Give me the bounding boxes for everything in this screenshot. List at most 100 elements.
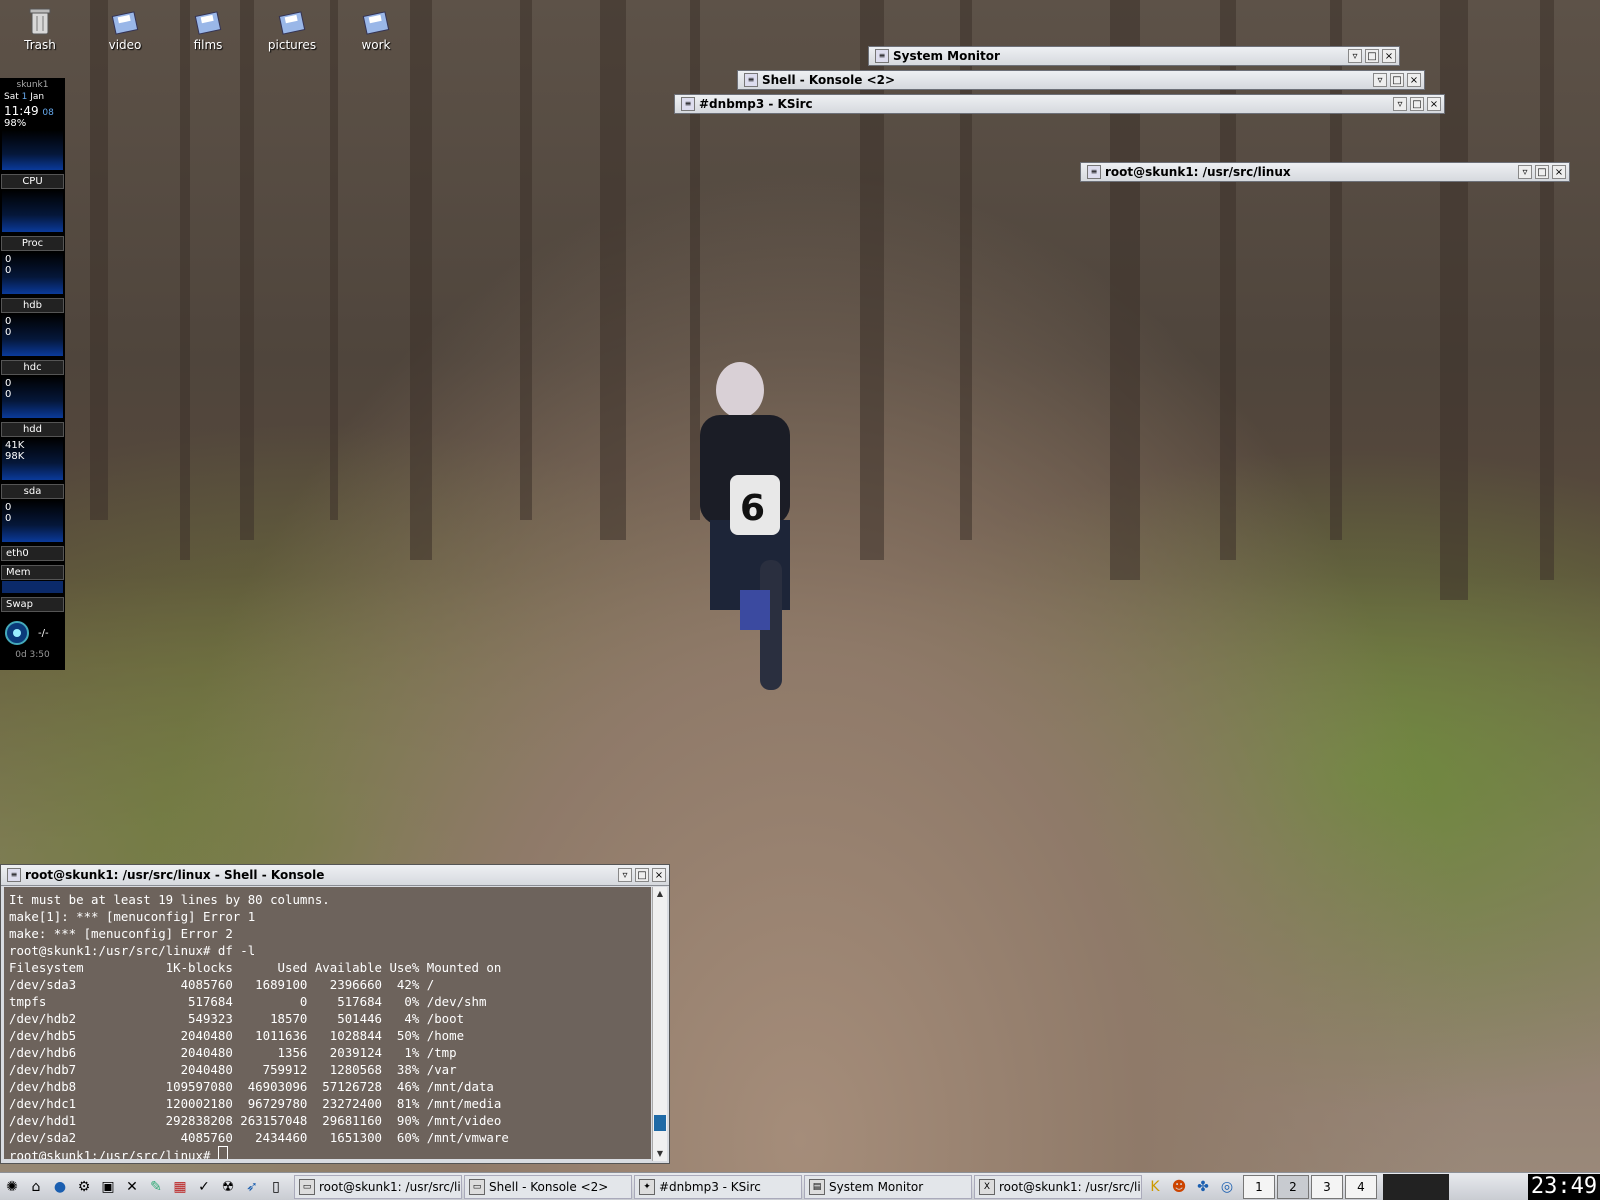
window-ksirc[interactable]: ≡ #dnbmp3 - KSirc ▿ □ × xyxy=(674,94,1445,114)
network-arrow-icon[interactable]: ➶ xyxy=(241,1176,263,1198)
maximize-icon[interactable]: □ xyxy=(635,868,649,882)
window-menu-icon[interactable]: ≡ xyxy=(744,73,758,87)
gkrellm-panel[interactable]: skunk1 Sat 1 Jan 11:49 08 98% CPU Proc 0… xyxy=(0,78,65,670)
gkrellm-hdb-label[interactable]: hdb xyxy=(1,298,64,313)
tray-app-icon[interactable]: ✤ xyxy=(1192,1176,1214,1198)
terminal-icon[interactable]: ▣ xyxy=(97,1176,119,1198)
window-menu-icon[interactable]: ≡ xyxy=(875,49,889,63)
gkrellm-hdb-graph: 0 0 xyxy=(2,314,63,356)
gkrellm-hdc-label[interactable]: hdc xyxy=(1,360,64,375)
taskbar-item-root-shell[interactable]: ▭ root@skunk1: /usr/src/linu xyxy=(294,1174,462,1199)
taskbar-item-ksirc[interactable]: ✦ #dnbmp3 - KSirc xyxy=(634,1174,802,1199)
calendar-icon[interactable]: ▦ xyxy=(169,1176,191,1198)
gkrellm-sda-value: 0 xyxy=(5,513,12,524)
pager-desktop-3[interactable]: 3 xyxy=(1311,1174,1343,1199)
terminal-icon: ▭ xyxy=(469,1178,485,1195)
gkrellm-hdd-value: 41K xyxy=(5,440,25,451)
scroll-down-icon[interactable]: ▼ xyxy=(653,1147,667,1161)
home-icon[interactable]: ⌂ xyxy=(25,1176,47,1198)
desktop-icon-pictures[interactable]: pictures xyxy=(257,6,327,52)
terminal-output[interactable]: It must be at least 19 lines by 80 colum… xyxy=(4,887,651,1159)
window-menu-icon[interactable]: ≡ xyxy=(7,868,21,882)
window-shell-konsole-2[interactable]: ≡ Shell - Konsole <2> ▿ □ × xyxy=(737,70,1425,90)
network-icon[interactable]: ⚙ xyxy=(73,1176,95,1198)
trash-icon xyxy=(25,6,55,36)
window-menu-icon[interactable]: ≡ xyxy=(1087,165,1101,179)
taskbar-item-system-monitor[interactable]: ▤ System Monitor xyxy=(804,1174,972,1199)
desktop-icon-work[interactable]: work xyxy=(341,6,411,52)
window-system-monitor[interactable]: ≡ System Monitor ▿ □ × xyxy=(868,46,1400,66)
tools-icon[interactable]: ✓ xyxy=(193,1176,215,1198)
taskbar-item-label: #dnbmp3 - KSirc xyxy=(659,1179,761,1194)
gkrellm-eth0-label[interactable]: eth0 xyxy=(1,546,64,561)
desktop-icon-trash[interactable]: Trash xyxy=(5,6,75,52)
terminal-prompt: root@skunk1:/usr/src/linux# xyxy=(9,1148,218,1159)
kde-k-icon[interactable]: K xyxy=(1144,1176,1166,1198)
editor-icon[interactable]: ✎ xyxy=(145,1176,167,1198)
window-root-shell[interactable]: ≡ root@skunk1: /usr/src/linux ▿ □ × xyxy=(1080,162,1570,182)
close-icon[interactable]: × xyxy=(652,868,666,882)
pager-desktop-2[interactable]: 2 xyxy=(1277,1174,1309,1199)
kde-menu-icon[interactable]: ✺ xyxy=(1,1176,23,1198)
gkrellm-proc-label[interactable]: Proc xyxy=(1,236,64,251)
konsole-titlebar[interactable]: ≡ root@skunk1: /usr/src/linux - Shell - … xyxy=(1,865,669,886)
minimize-icon[interactable]: ▿ xyxy=(1393,97,1407,111)
gkrellm-hostname: skunk1 xyxy=(16,80,49,90)
maximize-icon[interactable]: □ xyxy=(1365,49,1379,63)
maximize-icon[interactable]: □ xyxy=(1535,165,1549,179)
window-title: root@skunk1: /usr/src/linux xyxy=(1105,165,1291,179)
mail-eye-icon[interactable] xyxy=(4,620,30,646)
terminal-line: /dev/hdb8 109597080 46903096 57126728 46… xyxy=(9,1079,494,1094)
desktop-icon-label: films xyxy=(193,38,223,52)
taskbar-item-xterm[interactable]: X root@skunk1: /usr/src/linu xyxy=(974,1174,1142,1199)
radiation-icon[interactable]: ☢ xyxy=(217,1176,239,1198)
robot-icon[interactable]: ☻ xyxy=(1168,1176,1190,1198)
pager-desktop-4[interactable]: 4 xyxy=(1345,1174,1377,1199)
close-icon[interactable]: × xyxy=(1552,165,1566,179)
taskbar-item-label: root@skunk1: /usr/src/linu xyxy=(319,1179,462,1194)
scroll-up-icon[interactable]: ▲ xyxy=(653,887,667,901)
gkrellm-sda-label[interactable]: sda xyxy=(1,484,64,499)
svg-text:6: 6 xyxy=(740,488,765,529)
minimize-icon[interactable]: ▿ xyxy=(618,868,632,882)
tray-settings-icon[interactable]: ◎ xyxy=(1216,1176,1238,1198)
gkrellm-hdd-label[interactable]: hdd xyxy=(1,422,64,437)
gkrellm-cpu-label[interactable]: CPU xyxy=(1,174,64,189)
irc-icon: ✦ xyxy=(639,1178,655,1195)
gkrellm-date: Sat 1 Jan xyxy=(0,90,65,104)
desktop-icon-films[interactable]: films xyxy=(173,6,243,52)
close-icon[interactable]: × xyxy=(1382,49,1396,63)
terminal-cursor xyxy=(217,1146,228,1159)
floppy-folder-icon xyxy=(193,6,223,36)
terminal-line: /dev/hdb7 2040480 759912 1280568 38% /va… xyxy=(9,1062,457,1077)
browser-globe-icon[interactable]: ● xyxy=(49,1176,71,1198)
pager-desktop-1[interactable]: 1 xyxy=(1243,1174,1275,1199)
gkrellm-proc-graph: 0 0 xyxy=(2,252,63,294)
window-menu-icon[interactable]: ≡ xyxy=(681,97,695,111)
maximize-icon[interactable]: □ xyxy=(1390,73,1404,87)
desktop-icon-video[interactable]: video xyxy=(90,6,160,52)
scrollbar-thumb[interactable] xyxy=(654,1115,666,1131)
terminal-line: /dev/hdc1 120002180 96729780 23272400 81… xyxy=(9,1096,502,1111)
media-player-applet[interactable] xyxy=(1383,1173,1449,1200)
maximize-icon[interactable]: □ xyxy=(1410,97,1424,111)
gkrellm-mem-bar xyxy=(2,581,63,593)
taskbar-item-shell-konsole-2[interactable]: ▭ Shell - Konsole <2> xyxy=(464,1174,632,1199)
gkrellm-proc-value: 0 xyxy=(5,254,12,265)
konsole-window[interactable]: ≡ root@skunk1: /usr/src/linux - Shell - … xyxy=(0,864,670,1164)
terminal-scrollbar[interactable]: ▲ ▼ xyxy=(652,887,667,1161)
close-icon[interactable]: × xyxy=(1427,97,1441,111)
gkrellm-hdd-value: 98K xyxy=(5,451,25,462)
taskbar-clock[interactable]: 23:49 xyxy=(1528,1173,1600,1200)
gkrellm-clock: 11:49 08 xyxy=(0,104,65,118)
gkrellm-swap-label: Swap xyxy=(1,597,64,612)
minimize-icon[interactable]: ▿ xyxy=(1348,49,1362,63)
document-icon[interactable]: ▯ xyxy=(265,1176,287,1198)
gkrellm-date-num: 1 xyxy=(21,92,28,102)
minimize-icon[interactable]: ▿ xyxy=(1373,73,1387,87)
close-icon[interactable]: × xyxy=(1407,73,1421,87)
x-app-icon[interactable]: ✕ xyxy=(121,1176,143,1198)
gkrellm-time: 11:49 xyxy=(4,104,39,118)
terminal-prompt-line[interactable]: root@skunk1:/usr/src/linux# xyxy=(9,1146,646,1159)
minimize-icon[interactable]: ▿ xyxy=(1518,165,1532,179)
